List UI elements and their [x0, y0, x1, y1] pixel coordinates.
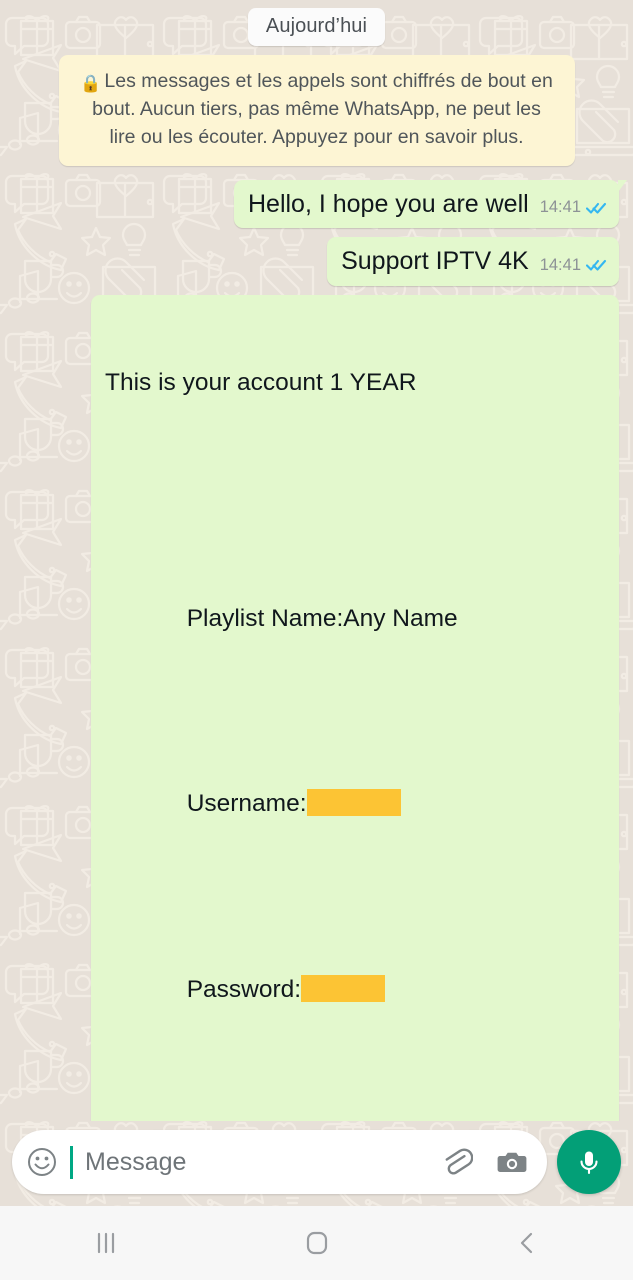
back-button[interactable]: [422, 1206, 633, 1280]
whatsapp-chat-screen: Aujourd’hui 🔒 Les messages et les appels …: [0, 0, 633, 1280]
message-text: Support IPTV 4K: [341, 247, 529, 275]
message-row-hello: Hello, I hope you are well 14:41: [0, 179, 633, 228]
message-row-support: Support IPTV 4K 14:41: [0, 237, 633, 286]
encryption-notice-row: 🔒 Les messages et les appels sont chiffré…: [0, 55, 633, 166]
message-composer: Message: [0, 1121, 633, 1206]
encryption-notice-text: Les messages et les appels sont chiffrés…: [92, 70, 553, 148]
paperclip-icon[interactable]: [439, 1145, 473, 1179]
message-row-account: This is your account 1 YEAR Playlist Nam…: [0, 294, 633, 1122]
date-divider: Aujourd’hui: [247, 8, 386, 46]
message-text: Hello, I hope you are well: [247, 189, 529, 218]
field-password: Password:: [105, 944, 605, 1037]
field-value: Any Name: [343, 605, 458, 633]
account-title: This is your account 1 YEAR: [105, 369, 417, 397]
redaction-box-username: [306, 789, 401, 817]
field-playlist-name: Playlist Name:Any Name: [105, 573, 605, 666]
camera-icon[interactable]: [495, 1145, 529, 1179]
recents-icon: [97, 1232, 114, 1254]
message-meta: 14:41: [540, 256, 607, 277]
message-input[interactable]: Message: [79, 1148, 433, 1177]
field-label: Username:: [186, 790, 307, 818]
home-button[interactable]: [211, 1206, 422, 1280]
message-meta: 14:41: [540, 198, 607, 219]
field-label: Password:: [186, 975, 302, 1003]
date-divider-row: Aujourd’hui: [0, 8, 633, 46]
redaction-box-password: [301, 974, 386, 1002]
text-cursor: [70, 1145, 73, 1179]
message-bubble-outgoing[interactable]: Hello, I hope you are well 14:41: [233, 179, 628, 228]
message-list[interactable]: Aujourd’hui 🔒 Les messages et les appels …: [0, 0, 633, 1121]
voice-record-button[interactable]: [557, 1130, 621, 1194]
encryption-notice[interactable]: 🔒 Les messages et les appels sont chiffré…: [58, 55, 575, 166]
recents-button[interactable]: [0, 1206, 211, 1280]
field-label: Playlist Name:: [186, 605, 344, 633]
android-navigation-bar: [0, 1206, 633, 1280]
smiley-icon[interactable]: [26, 1146, 58, 1178]
read-receipt-icon: [586, 259, 607, 271]
message-time: 14:41: [539, 255, 581, 274]
message-time: 14:41: [539, 198, 581, 216]
field-username: Username:: [105, 759, 605, 852]
home-icon: [306, 1231, 327, 1255]
message-input-container[interactable]: Message: [12, 1130, 547, 1194]
back-chevron-icon: [520, 1232, 532, 1254]
microphone-icon: [580, 1151, 598, 1175]
account-details-body: This is your account 1 YEAR Playlist Nam…: [105, 307, 605, 1122]
message-bubble-account-details[interactable]: This is your account 1 YEAR Playlist Nam…: [91, 294, 619, 1122]
message-bubble-outgoing[interactable]: Support IPTV 4K 14:41: [327, 237, 619, 286]
read-receipt-icon: [586, 202, 607, 214]
lock-icon: 🔒: [80, 74, 102, 93]
